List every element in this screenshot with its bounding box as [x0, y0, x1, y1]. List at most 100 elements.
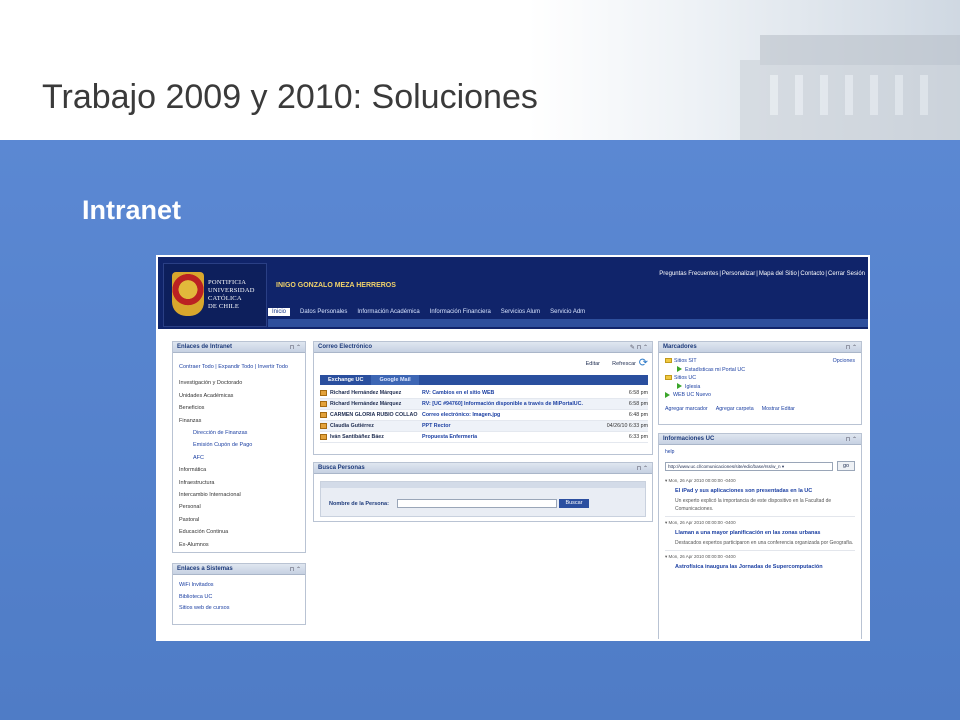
- tab-inicio[interactable]: Inicio: [268, 308, 291, 316]
- panel-controls[interactable]: ⊓ ⌃: [290, 344, 301, 351]
- building-facade-image: [740, 35, 960, 140]
- link-personalizar[interactable]: Personalizar: [721, 271, 756, 277]
- tree-subitem[interactable]: AFC: [179, 452, 301, 464]
- nav-underbar: [268, 319, 868, 327]
- bookmark-item[interactable]: Estadísticas mi Portal UC: [665, 366, 855, 375]
- panel-controls[interactable]: ⊓ ⌃: [637, 465, 648, 472]
- tree-item[interactable]: Pastoral: [179, 514, 301, 526]
- tree-item[interactable]: Ex-Alumnos: [179, 539, 301, 551]
- folder-sitios-sit[interactable]: Sitios SIT: [665, 357, 855, 366]
- bookmark-item[interactable]: Iglesia: [665, 383, 855, 392]
- university-logo[interactable]: Pontificia Universidad Católica de Chile: [163, 263, 267, 327]
- mostrar-editar-link[interactable]: Mostrar Editar: [762, 405, 795, 414]
- envelope-icon: [320, 412, 327, 418]
- mail-row[interactable]: Claudia Gutiérrez PPT Rector 04/26/10 6:33…: [320, 421, 648, 432]
- tree-actions[interactable]: Contraer Todo | Expandir Todo | Invertir…: [179, 361, 301, 373]
- panel-title: Enlaces a Sistemas ⊓ ⌃: [173, 564, 305, 575]
- folder-icon: [665, 375, 672, 381]
- arrow-icon: [677, 383, 682, 390]
- tree-subitem[interactable]: Emisión Cupón de Pago: [179, 439, 301, 451]
- tab-servicio-adm[interactable]: Servicio Adm: [550, 309, 585, 315]
- tree-item[interactable]: Beneficios: [179, 402, 301, 414]
- refrescar-button[interactable]: Refrescar: [612, 361, 636, 367]
- mail-row[interactable]: Iván Santibáñez Báez Propuesta Enfermería…: [320, 432, 648, 443]
- panel-enlaces-sistemas: Enlaces a Sistemas ⊓ ⌃ WiFi Invitados Bib…: [172, 563, 306, 625]
- tree-item[interactable]: Infraestructura: [179, 477, 301, 489]
- link-mapa[interactable]: Mapa del Sitio: [758, 271, 798, 277]
- top-links: Preguntas Frecuentes|Personalizar|Mapa d…: [658, 271, 866, 277]
- mail-list: Richard Hernández Márquez RV: Cambios en …: [314, 388, 652, 443]
- opciones-link[interactable]: Opciones: [833, 357, 855, 366]
- agregar-carpeta-link[interactable]: Agregar carpeta: [716, 405, 754, 414]
- slide: Trabajo 2009 y 2010: Soluciones Intranet…: [0, 0, 960, 720]
- agregar-marcador-link[interactable]: Agregar marcador: [665, 405, 708, 414]
- tab-datos-personales[interactable]: Datos Personales: [300, 309, 347, 315]
- panel-controls[interactable]: ⊓ ⌃: [290, 566, 301, 573]
- refresh-icon[interactable]: ⟳: [639, 356, 648, 369]
- tree-item[interactable]: Biblioteca UC: [179, 592, 301, 604]
- envelope-icon: [320, 434, 327, 440]
- tree-item[interactable]: Investigación y Doctorado: [179, 377, 301, 389]
- news-title[interactable]: El iPad y sus aplicaciones son presentad…: [675, 488, 855, 494]
- news-date: ▾ Mon, 26 Apr 2010 00:00:00 -0400: [665, 478, 736, 483]
- news-date: ▾ Mon, 26 Apr 2010 00:00:00 -0400: [665, 554, 736, 559]
- bookmark-item[interactable]: WEB UC Nuevo: [665, 391, 855, 400]
- news-item: ▾ Mon, 26 Apr 2010 00:00:00 -0400 El iPa…: [665, 475, 855, 517]
- tab-exchange[interactable]: Exchange UC: [320, 375, 372, 385]
- tree-item[interactable]: Sitios web de cursos: [179, 603, 301, 615]
- tree-item[interactable]: Unidades Académicas: [179, 390, 301, 402]
- tab-info-academica[interactable]: Información Académica: [357, 309, 419, 315]
- bookmarks: Opciones Sitios SIT Estadísticas mi Port…: [659, 353, 861, 417]
- panel-controls[interactable]: ✎ ⊓ ⌃: [630, 344, 648, 351]
- mail-row[interactable]: Richard Hernández Márquez RV: Cambios en …: [320, 388, 648, 399]
- tree-item[interactable]: WiFi Invitados: [179, 580, 301, 592]
- intranet-screenshot: Pontificia Universidad Católica de Chile…: [156, 255, 870, 641]
- slide-subtitle: Intranet: [82, 195, 182, 225]
- search-input[interactable]: [397, 499, 557, 508]
- panel-controls[interactable]: ⊓ ⌃: [846, 436, 857, 443]
- arrow-icon: [665, 391, 670, 398]
- search-label: Nombre de la Persona:: [329, 501, 389, 507]
- user-name: INIGO GONZALO MEZA HERREROS: [276, 282, 396, 289]
- tree-item[interactable]: Intercambio Internacional: [179, 489, 301, 501]
- news-list: ▾ Mon, 26 Apr 2010 00:00:00 -0400 El iPa…: [659, 475, 861, 573]
- news-item: ▾ Mon, 26 Apr 2010 00:00:00 -0400 Llaman…: [665, 517, 855, 551]
- news-title[interactable]: Astrofísica inaugura las Jornadas de Sup…: [675, 564, 855, 570]
- tree-item[interactable]: Finanzas: [179, 415, 301, 427]
- tree-item[interactable]: Informática: [179, 464, 301, 476]
- envelope-icon: [320, 390, 327, 396]
- panel-title: Correo Electrónico ✎ ⊓ ⌃: [314, 342, 652, 353]
- news-title[interactable]: Llaman a una mayor planificación en las …: [675, 530, 855, 536]
- panel-title: Busca Personas ⊓ ⌃: [314, 463, 652, 474]
- panel-informaciones-uc: Informaciones UC ⊓ ⌃ help http://www.uc.c…: [658, 433, 862, 639]
- mail-row[interactable]: Richard Hernández Márquez RV: [UC #94760]…: [320, 399, 648, 410]
- link-cerrar-sesion[interactable]: Cerrar Sesión: [827, 271, 866, 277]
- editar-button[interactable]: Editar: [586, 361, 600, 367]
- folder-sitios-uc[interactable]: Sitios UC: [665, 374, 855, 383]
- envelope-icon: [320, 401, 327, 407]
- link-preguntas[interactable]: Preguntas Frecuentes: [658, 271, 719, 277]
- help-link[interactable]: help: [659, 445, 861, 455]
- panel-busca-personas: Busca Personas ⊓ ⌃ Nombre de la Persona: …: [313, 462, 653, 522]
- mail-row[interactable]: CARMEN GLORIA RUBIO COLLAO Correo electró…: [320, 410, 648, 421]
- bookmark-actions: Agregar marcador Agregar carpeta Mostrar…: [665, 405, 855, 414]
- tree-item[interactable]: Educación Continua: [179, 526, 301, 538]
- go-button[interactable]: go: [837, 461, 855, 471]
- header-band: [0, 0, 960, 140]
- panel-enlaces-intranet: Enlaces de Intranet ⊓ ⌃ Contraer Todo | E…: [172, 341, 306, 553]
- mail-toolbar: Editar Refrescar ⟳: [314, 353, 652, 371]
- news-item: ▾ Mon, 26 Apr 2010 00:00:00 -0400 Astrof…: [665, 551, 855, 573]
- panel-controls[interactable]: ⊓ ⌃: [846, 344, 857, 351]
- tab-info-financiera[interactable]: Información Financiera: [430, 309, 491, 315]
- university-name: Pontificia Universidad Católica de Chile: [208, 279, 255, 310]
- tree-subitem[interactable]: Dirección de Finanzas: [179, 427, 301, 439]
- tab-servicios-alum[interactable]: Servicios Alum: [501, 309, 540, 315]
- link-contacto[interactable]: Contacto: [799, 271, 825, 277]
- folder-icon: [665, 358, 672, 364]
- news-body: Un experto explicó la importancia de est…: [675, 498, 832, 512]
- search-button[interactable]: Buscar: [559, 499, 589, 508]
- tree-item[interactable]: Personal: [179, 501, 301, 513]
- panel-title: Informaciones UC ⊓ ⌃: [659, 434, 861, 445]
- feed-url-select[interactable]: http://www.uc.cl/comunicaciones/site/edi…: [665, 461, 833, 471]
- tab-google-mail[interactable]: Google Mail: [371, 375, 419, 385]
